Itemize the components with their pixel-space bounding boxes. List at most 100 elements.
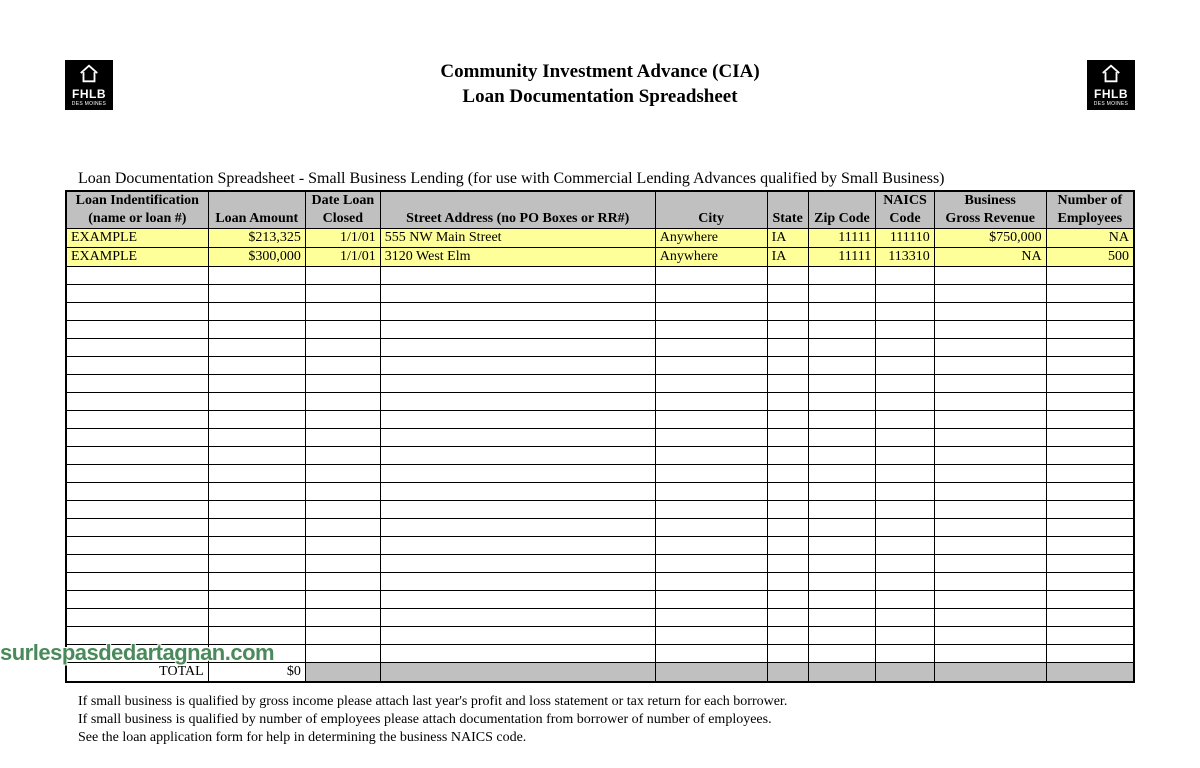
cell bbox=[66, 591, 208, 609]
cell bbox=[66, 357, 208, 375]
cell bbox=[934, 519, 1046, 537]
cell bbox=[208, 267, 305, 285]
cell: 111110 bbox=[876, 229, 935, 248]
cell: 11111 bbox=[808, 229, 876, 248]
cell bbox=[767, 285, 808, 303]
logo-text-fhlb: FHLB bbox=[1094, 87, 1128, 101]
cell bbox=[808, 483, 876, 501]
cell: 1/1/01 bbox=[305, 248, 380, 267]
cell: NA bbox=[1046, 229, 1134, 248]
cell bbox=[66, 465, 208, 483]
cell bbox=[655, 285, 767, 303]
cell bbox=[934, 645, 1046, 663]
footnote-1: If small business is qualified by gross … bbox=[78, 693, 1135, 711]
cell bbox=[876, 591, 935, 609]
cell bbox=[934, 627, 1046, 645]
loan-spreadsheet: Loan Indentification(name or loan #) Loa… bbox=[65, 190, 1135, 683]
cell bbox=[208, 537, 305, 555]
col-naics: NAICSCode bbox=[876, 191, 935, 229]
cell: Anywhere bbox=[655, 248, 767, 267]
cell bbox=[380, 573, 655, 591]
cell bbox=[808, 357, 876, 375]
cell bbox=[655, 411, 767, 429]
cell bbox=[767, 555, 808, 573]
table-row bbox=[66, 339, 1134, 357]
table-row bbox=[66, 609, 1134, 627]
col-state: State bbox=[767, 191, 808, 229]
document-header: FHLB DES MOINES Community Investment Adv… bbox=[65, 60, 1135, 110]
cell bbox=[808, 375, 876, 393]
cell bbox=[380, 411, 655, 429]
cell bbox=[934, 303, 1046, 321]
cell bbox=[876, 645, 935, 663]
cell bbox=[208, 591, 305, 609]
cell bbox=[66, 267, 208, 285]
cell bbox=[767, 375, 808, 393]
cell bbox=[767, 465, 808, 483]
cell bbox=[305, 573, 380, 591]
col-loan-id: Loan Indentification(name or loan #) bbox=[66, 191, 208, 229]
cell bbox=[1046, 285, 1134, 303]
cell bbox=[1046, 303, 1134, 321]
cell bbox=[1046, 645, 1134, 663]
logo-text-fhlb: FHLB bbox=[72, 87, 106, 101]
footnote-3: See the loan application form for help i… bbox=[78, 729, 1135, 747]
cell bbox=[380, 483, 655, 501]
cell bbox=[767, 303, 808, 321]
col-amount: Loan Amount bbox=[208, 191, 305, 229]
cell bbox=[934, 483, 1046, 501]
cell bbox=[380, 375, 655, 393]
cell bbox=[380, 339, 655, 357]
cell bbox=[208, 555, 305, 573]
table-row bbox=[66, 429, 1134, 447]
table-row bbox=[66, 591, 1134, 609]
cell bbox=[380, 519, 655, 537]
cell bbox=[655, 465, 767, 483]
cell bbox=[655, 303, 767, 321]
cell bbox=[305, 303, 380, 321]
table-row bbox=[66, 267, 1134, 285]
cell bbox=[208, 411, 305, 429]
cell bbox=[380, 555, 655, 573]
cell bbox=[208, 357, 305, 375]
cell bbox=[1046, 267, 1134, 285]
cell bbox=[208, 321, 305, 339]
cell bbox=[808, 267, 876, 285]
logo-text-desmoines: DES MOINES bbox=[1094, 101, 1128, 107]
cell bbox=[305, 375, 380, 393]
spreadsheet-subtitle: Loan Documentation Spreadsheet - Small B… bbox=[78, 170, 1135, 188]
cell bbox=[1046, 465, 1134, 483]
cell bbox=[208, 303, 305, 321]
cell bbox=[808, 321, 876, 339]
cell bbox=[305, 429, 380, 447]
cell bbox=[305, 645, 380, 663]
cell bbox=[66, 537, 208, 555]
footnotes: If small business is qualified by gross … bbox=[78, 693, 1135, 748]
cell bbox=[767, 519, 808, 537]
col-city: City bbox=[655, 191, 767, 229]
cell bbox=[1046, 375, 1134, 393]
cell bbox=[1046, 429, 1134, 447]
cell bbox=[934, 663, 1046, 683]
cell bbox=[380, 393, 655, 411]
cell bbox=[808, 663, 876, 683]
cell bbox=[808, 447, 876, 465]
cell bbox=[655, 609, 767, 627]
cell bbox=[66, 393, 208, 411]
cell bbox=[208, 285, 305, 303]
cell: IA bbox=[767, 248, 808, 267]
cell bbox=[876, 663, 935, 683]
cell bbox=[208, 483, 305, 501]
cell: NA bbox=[934, 248, 1046, 267]
cell bbox=[655, 393, 767, 411]
cell bbox=[808, 537, 876, 555]
cell bbox=[380, 645, 655, 663]
cell bbox=[1046, 447, 1134, 465]
cell bbox=[767, 537, 808, 555]
cell bbox=[208, 429, 305, 447]
cell bbox=[876, 411, 935, 429]
cell bbox=[934, 573, 1046, 591]
cell bbox=[876, 429, 935, 447]
cell bbox=[767, 627, 808, 645]
cell bbox=[808, 285, 876, 303]
